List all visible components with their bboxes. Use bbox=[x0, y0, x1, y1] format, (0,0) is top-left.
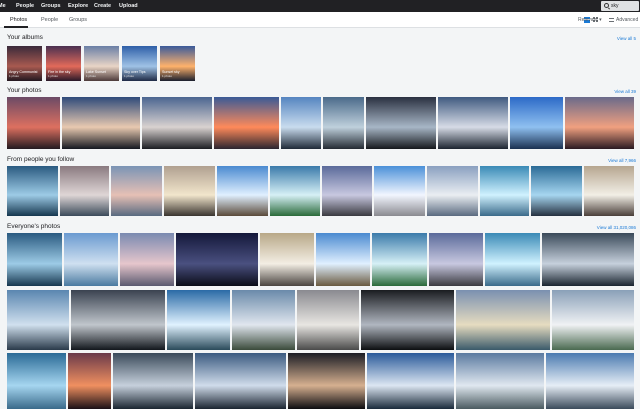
photo-thumbnail[interactable] bbox=[322, 166, 372, 216]
photo-thumbnail[interactable] bbox=[111, 166, 162, 216]
photo-thumbnail[interactable] bbox=[214, 97, 279, 149]
photo-thumbnail[interactable] bbox=[217, 166, 268, 216]
photo-thumbnail[interactable] bbox=[584, 166, 634, 216]
photo-thumbnail[interactable] bbox=[7, 290, 69, 350]
view-all-albums-link[interactable]: View all 5 bbox=[617, 35, 636, 43]
photo-thumbnail[interactable] bbox=[367, 353, 454, 409]
search-subnav: Photos People Groups Relevant ▾ Advanced bbox=[0, 12, 640, 28]
album-photo-count: 1 photo bbox=[86, 74, 97, 78]
sliders-icon bbox=[609, 17, 614, 22]
tab-groups[interactable]: Groups bbox=[69, 17, 87, 24]
advanced-button[interactable]: Advanced bbox=[609, 17, 638, 23]
album-photo-count: 1 photo bbox=[162, 74, 173, 78]
nav-groups[interactable]: Groups bbox=[41, 2, 61, 10]
photo-thumbnail[interactable] bbox=[7, 166, 58, 216]
photo-thumbnail[interactable] bbox=[113, 353, 193, 409]
photo-thumbnail[interactable] bbox=[7, 97, 60, 149]
album-photo-count: 1 photo bbox=[9, 74, 20, 78]
photo-thumbnail[interactable] bbox=[260, 233, 314, 286]
photo-thumbnail[interactable] bbox=[164, 166, 215, 216]
photo-thumbnail[interactable] bbox=[64, 233, 118, 286]
photo-thumbnail[interactable] bbox=[71, 290, 165, 350]
photo-thumbnail[interactable] bbox=[361, 290, 454, 350]
album-card[interactable]: Sunset sky 1 photo bbox=[160, 46, 195, 81]
photo-thumbnail[interactable] bbox=[546, 353, 634, 409]
photo-thumbnail[interactable] bbox=[542, 233, 634, 286]
nav-you[interactable]: Me bbox=[0, 2, 6, 10]
photo-thumbnail[interactable] bbox=[510, 97, 563, 149]
view-all-your-photos-link[interactable]: View all 39 bbox=[614, 88, 636, 96]
photo-thumbnail[interactable] bbox=[60, 166, 109, 216]
photo-thumbnail[interactable] bbox=[456, 353, 544, 409]
photo-thumbnail[interactable] bbox=[366, 97, 436, 149]
search-box[interactable] bbox=[601, 1, 639, 11]
photo-thumbnail[interactable] bbox=[167, 290, 230, 350]
sort-label: Relevant bbox=[578, 17, 598, 23]
photo-thumbnail[interactable] bbox=[429, 233, 483, 286]
view-all-follow-link[interactable]: View all 7,966 bbox=[608, 157, 636, 165]
album-card[interactable]: Lake Sunset 1 photo bbox=[84, 46, 119, 81]
section-title-follow: From people you follow bbox=[7, 156, 75, 163]
tab-people[interactable]: People bbox=[41, 17, 58, 24]
photo-thumbnail[interactable] bbox=[232, 290, 295, 350]
album-card[interactable]: Sky over Tips 1 photo bbox=[122, 46, 157, 81]
photo-thumbnail[interactable] bbox=[195, 353, 286, 409]
photo-thumbnail[interactable] bbox=[427, 166, 478, 216]
tab-photos[interactable]: Photos bbox=[10, 17, 27, 24]
album-card[interactable]: Angry Communist 1 photo bbox=[7, 46, 42, 81]
photo-thumbnail[interactable] bbox=[485, 233, 540, 286]
search-icon bbox=[604, 3, 609, 8]
section-title-your-photos: Your photos bbox=[7, 87, 42, 94]
photo-thumbnail[interactable] bbox=[316, 233, 370, 286]
album-photo-count: 1 photo bbox=[48, 74, 59, 78]
photo-thumbnail[interactable] bbox=[68, 353, 111, 409]
nav-explore[interactable]: Explore bbox=[68, 2, 88, 10]
photo-thumbnail[interactable] bbox=[438, 97, 508, 149]
photo-thumbnail[interactable] bbox=[374, 166, 425, 216]
nav-upload[interactable]: Upload bbox=[119, 2, 138, 10]
chevron-down-icon: ▾ bbox=[599, 17, 602, 23]
album-card[interactable]: Fire in the sky 1 photo bbox=[46, 46, 81, 81]
album-photo-count: 1 photo bbox=[124, 74, 135, 78]
global-nav: Me People Groups Explore Create Upload bbox=[0, 0, 640, 12]
photo-thumbnail[interactable] bbox=[372, 233, 427, 286]
photo-thumbnail[interactable] bbox=[270, 166, 320, 216]
photo-thumbnail[interactable] bbox=[323, 97, 364, 149]
photo-thumbnail[interactable] bbox=[288, 353, 365, 409]
nav-create[interactable]: Create bbox=[94, 2, 111, 10]
photo-thumbnail[interactable] bbox=[120, 233, 174, 286]
photo-thumbnail[interactable] bbox=[531, 166, 582, 216]
view-all-everyone-link[interactable]: View all 31,020,086 bbox=[597, 224, 636, 232]
photo-thumbnail[interactable] bbox=[7, 353, 66, 409]
photo-thumbnail[interactable] bbox=[565, 97, 634, 149]
photo-thumbnail[interactable] bbox=[62, 97, 140, 149]
section-title-everyone: Everyone's photos bbox=[7, 223, 61, 230]
photo-thumbnail[interactable] bbox=[552, 290, 634, 350]
nav-people[interactable]: People bbox=[16, 2, 34, 10]
photo-thumbnail[interactable] bbox=[176, 233, 258, 286]
photo-thumbnail[interactable] bbox=[281, 97, 321, 149]
photo-thumbnail[interactable] bbox=[7, 233, 62, 286]
photo-thumbnail[interactable] bbox=[480, 166, 529, 216]
active-tab-indicator bbox=[4, 26, 28, 28]
photo-thumbnail[interactable] bbox=[456, 290, 550, 350]
sort-dropdown[interactable]: Relevant ▾ bbox=[578, 17, 602, 23]
section-title-albums: Your albums bbox=[7, 34, 43, 41]
photo-thumbnail[interactable] bbox=[297, 290, 359, 350]
advanced-label: Advanced bbox=[616, 17, 639, 23]
photo-thumbnail[interactable] bbox=[142, 97, 212, 149]
search-input[interactable] bbox=[611, 2, 638, 10]
